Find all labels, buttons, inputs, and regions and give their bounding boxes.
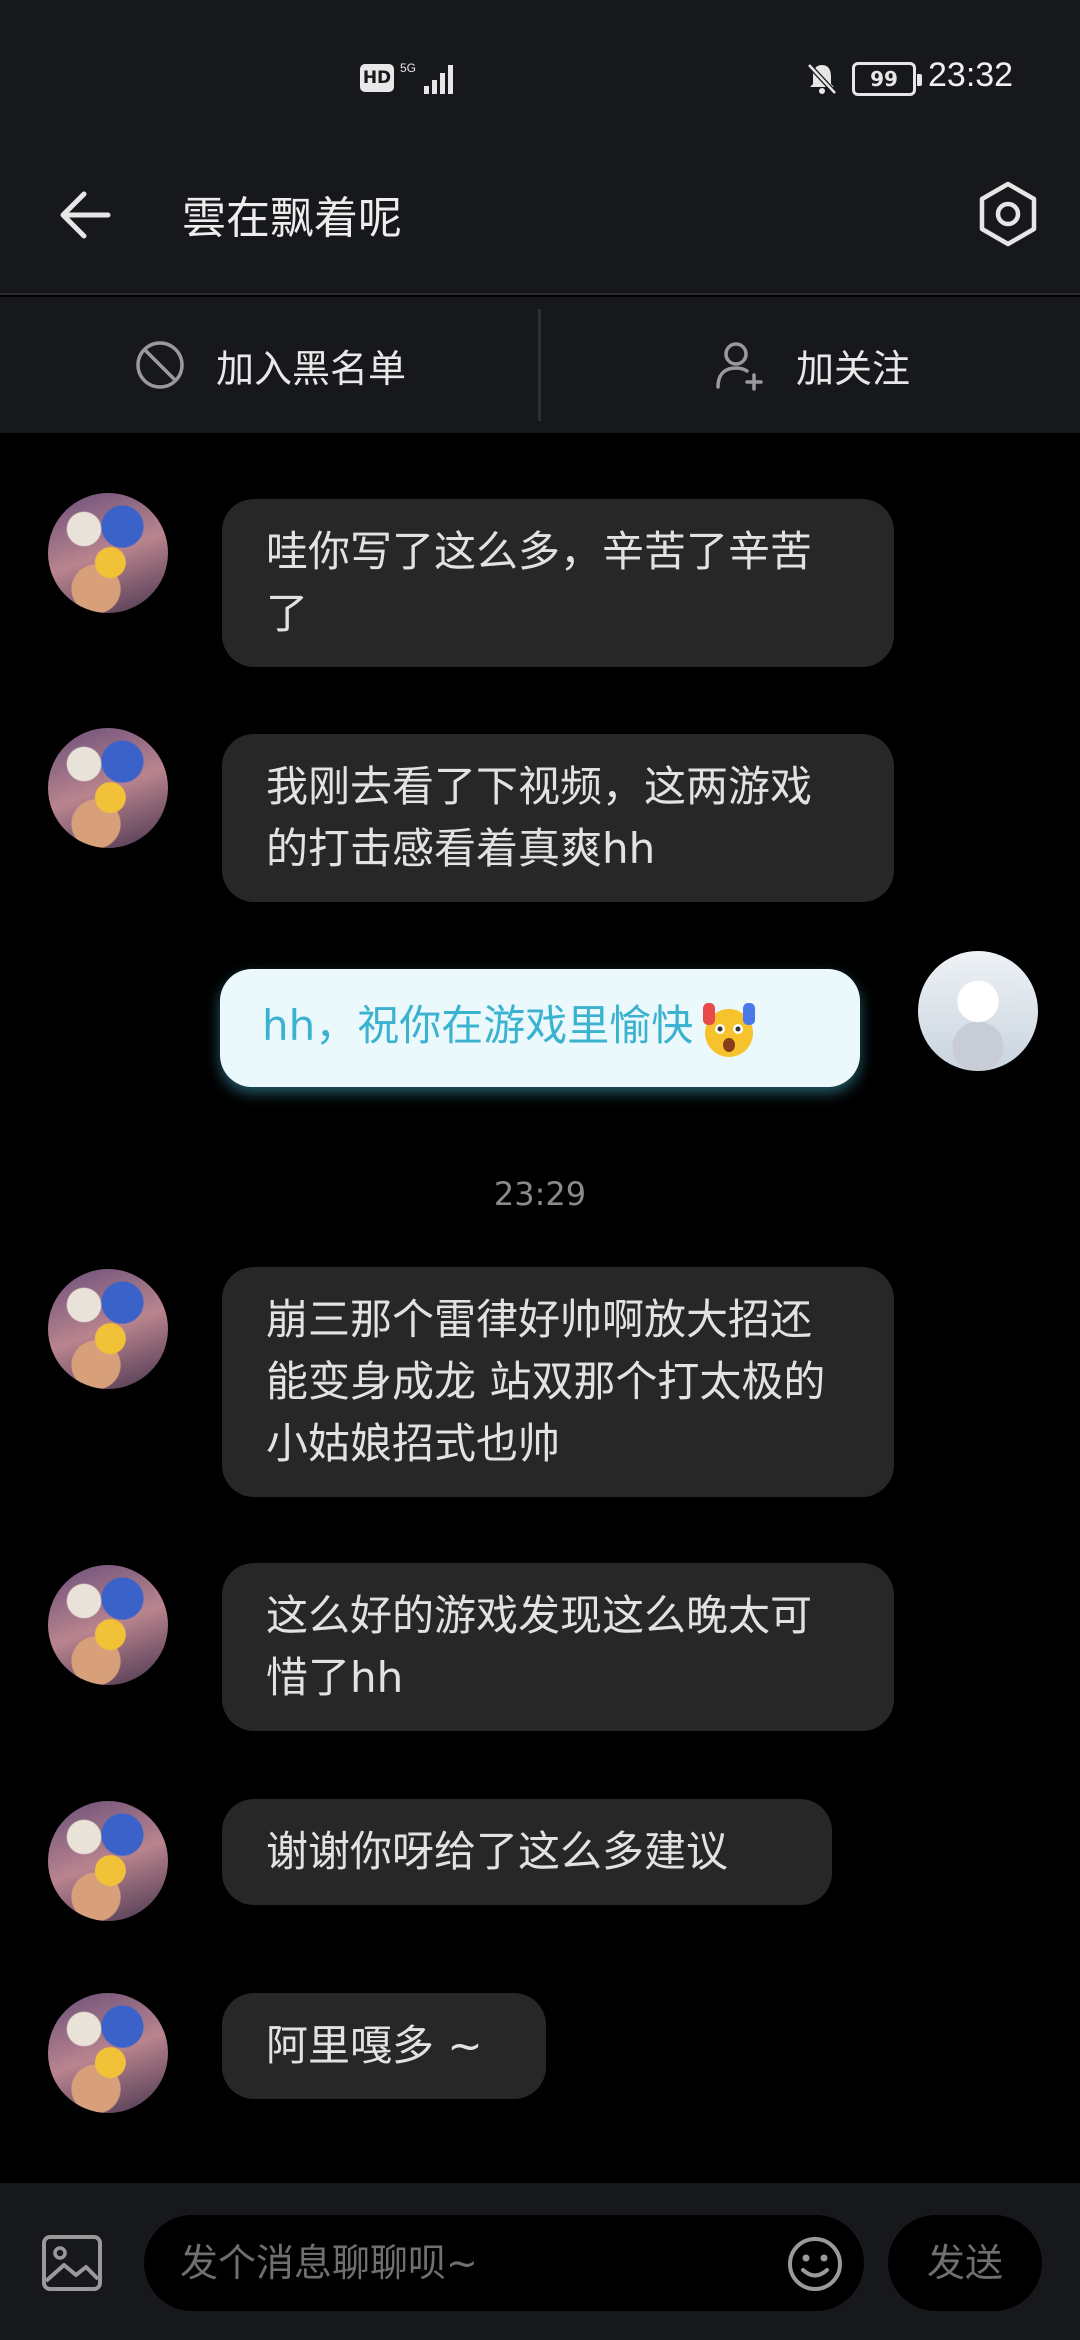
signal-icon: 5G — [400, 61, 453, 94]
image-icon[interactable] — [38, 2229, 106, 2297]
block-icon — [136, 341, 184, 389]
message-bubble-mine[interactable]: hh，祝你在游戏里愉快 — [220, 969, 860, 1087]
network-type-label: 5G — [400, 61, 416, 75]
battery-icon: 99 — [852, 62, 922, 96]
settings-hexagon-icon[interactable] — [970, 176, 1046, 252]
timestamp: 23:29 — [493, 1175, 587, 1213]
follow-label: 加关注 — [795, 346, 910, 391]
message-bubble[interactable]: 哇你写了这么多，辛苦了辛苦了 — [222, 499, 894, 667]
status-time: 23:32 — [928, 56, 1014, 94]
message-bubble[interactable]: 阿里嘎多 ~ — [222, 1993, 546, 2099]
action-bar: 加入黑名单 加关注 — [0, 297, 1080, 433]
smiley-icon[interactable] — [786, 2235, 844, 2293]
divider — [538, 309, 541, 421]
shocked-face-emoji — [703, 1002, 756, 1057]
avatar[interactable] — [48, 1801, 168, 1921]
block-button[interactable]: 加入黑名单 — [0, 297, 538, 433]
my-avatar[interactable] — [918, 951, 1038, 1071]
avatar[interactable] — [48, 493, 168, 613]
avatar[interactable] — [48, 1565, 168, 1685]
message-input-wrapper — [144, 2215, 864, 2311]
send-button[interactable]: 发送 — [888, 2215, 1042, 2311]
message-list[interactable]: 哇你写了这么多，辛苦了辛苦了 我刚去看了下视频，这两游戏的打击感看着真爽hh h… — [0, 433, 1080, 2183]
message-bubble[interactable]: 我刚去看了下视频，这两游戏的打击感看着真爽hh — [222, 734, 894, 902]
message-bubble[interactable]: 崩三那个雷律好帅啊放大招还能变身成龙 站双那个打太极的小姑娘招式也帅 — [222, 1267, 894, 1497]
message-input[interactable] — [180, 2215, 760, 2311]
avatar[interactable] — [48, 1993, 168, 2113]
message-text: hh，祝你在游戏里愉快 — [262, 1001, 694, 1050]
chat-header: 雲在飘着呢 — [0, 150, 1080, 295]
mute-bell-icon — [807, 63, 837, 95]
block-label: 加入黑名单 — [215, 346, 406, 391]
message-bubble[interactable]: 这么好的游戏发现这么晚太可惜了hh — [222, 1563, 894, 1731]
page-title: 雲在飘着呢 — [182, 193, 402, 244]
arrow-left-icon[interactable] — [50, 180, 120, 250]
input-bar: 发送 — [0, 2183, 1080, 2340]
follow-button[interactable]: 加关注 — [542, 297, 1080, 433]
avatar[interactable] — [48, 1269, 168, 1389]
message-bubble[interactable]: 谢谢你呀给了这么多建议 — [222, 1799, 832, 1905]
status-bar: HD 5G 99 23:32 — [0, 0, 1080, 150]
hd-icon: HD — [360, 64, 394, 92]
add-user-icon — [716, 342, 763, 391]
avatar[interactable] — [48, 728, 168, 848]
